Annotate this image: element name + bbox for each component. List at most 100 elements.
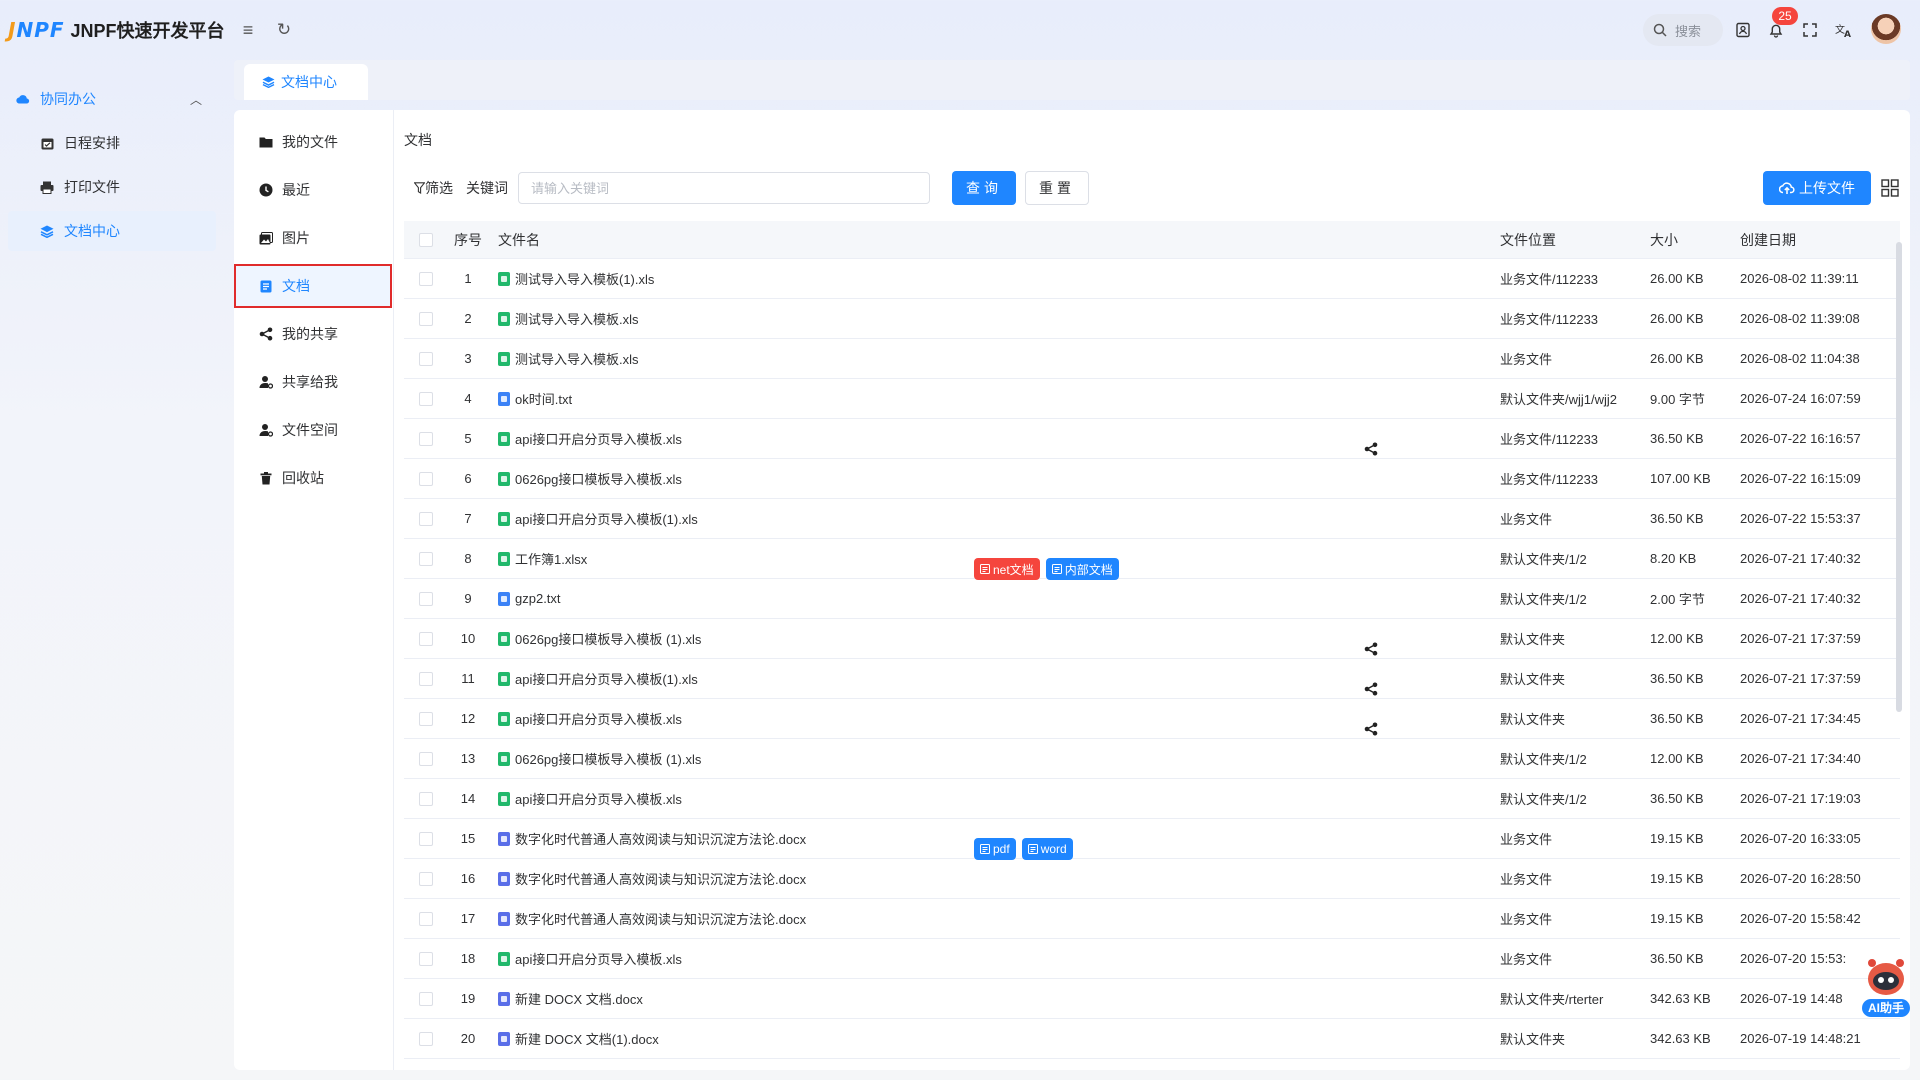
sidebar-item-doc-center[interactable]: 文档中心	[8, 211, 216, 251]
row-checkbox[interactable]	[419, 471, 433, 486]
table-row[interactable]: 1 测试导入导入模板(1).xls 业务文件/112233 26.00 KB 2026-…	[404, 259, 1900, 299]
row-checkbox[interactable]	[419, 311, 433, 326]
contacts-icon[interactable]	[1731, 18, 1755, 42]
table-row[interactable]: 10 0626pg接口模板导入模板 (1).xls 默认文件夹 12.00 KB 202…	[404, 619, 1900, 659]
row-checkbox[interactable]	[419, 591, 433, 606]
filter-toggle[interactable]: 筛选	[414, 178, 453, 198]
file-name-cell[interactable]: api接口开启分页导入模板.xls	[488, 949, 1500, 968]
file-name[interactable]: 测试导入导入模板(1).xls	[515, 269, 654, 288]
file-name-cell[interactable]: 测试导入导入模板.xls	[488, 309, 1500, 328]
file-name-cell[interactable]: 新建 DOCX 文档.docx	[488, 989, 1500, 1008]
file-name-cell[interactable]: api接口开启分页导入模板(1).xls	[488, 509, 1500, 528]
file-tag[interactable]: net文档	[974, 558, 1040, 580]
file-name-cell[interactable]: 0626pg接口模板导入模板 (1).xls	[488, 629, 1500, 656]
row-checkbox[interactable]	[419, 431, 433, 446]
row-checkbox[interactable]	[419, 911, 433, 926]
table-row[interactable]: 7 api接口开启分页导入模板(1).xls 业务文件 36.50 KB 2026-07…	[404, 499, 1900, 539]
row-checkbox[interactable]	[419, 711, 433, 726]
file-name[interactable]: 工作簿1.xlsx	[515, 549, 587, 568]
upload-button[interactable]: 上传文件	[1763, 171, 1871, 205]
fullscreen-icon[interactable]	[1798, 18, 1822, 42]
row-checkbox[interactable]	[419, 751, 433, 766]
row-checkbox[interactable]	[419, 951, 433, 966]
file-name-cell[interactable]: 0626pg接口模板导入模板.xls	[488, 469, 1500, 488]
table-row[interactable]: 13 0626pg接口模板导入模板 (1).xls 默认文件夹/1/2 12.00 K…	[404, 739, 1900, 779]
table-row[interactable]: 15 数字化时代普通人高效阅读与知识沉淀方法论.docx pdf word 业务文件 19…	[404, 819, 1900, 860]
refresh-icon[interactable]: ↻	[274, 20, 294, 40]
file-name-cell[interactable]: ok时间.txt	[488, 389, 1500, 408]
file-name[interactable]: 0626pg接口模板导入模板.xls	[515, 469, 682, 488]
table-row[interactable]: 17 数字化时代普通人高效阅读与知识沉淀方法论.docx 业务文件 19.15 KB 2…	[404, 899, 1900, 939]
file-name[interactable]: 数字化时代普通人高效阅读与知识沉淀方法论.docx	[515, 829, 806, 848]
file-name-cell[interactable]: api接口开启分页导入模板.xls	[488, 429, 1500, 456]
translate-icon[interactable]: 文A	[1832, 18, 1856, 42]
file-tag[interactable]: 内部文档	[1045, 558, 1119, 580]
file-name[interactable]: gzp2.txt	[515, 591, 561, 606]
nav-recycle-bin[interactable]: 回收站	[234, 456, 392, 500]
file-name[interactable]: 数字化时代普通人高效阅读与知识沉淀方法论.docx	[515, 869, 806, 888]
file-name[interactable]: api接口开启分页导入模板.xls	[515, 789, 682, 808]
row-checkbox[interactable]	[419, 511, 433, 526]
table-row[interactable]: 6 0626pg接口模板导入模板.xls 业务文件/112233 107.00 KB 2…	[404, 459, 1900, 499]
file-tag[interactable]: pdf	[974, 838, 1016, 860]
row-checkbox[interactable]	[419, 871, 433, 886]
row-checkbox[interactable]	[419, 671, 433, 686]
file-name[interactable]: 测试导入导入模板.xls	[515, 309, 639, 328]
file-name[interactable]: 测试导入导入模板.xls	[515, 349, 639, 368]
file-name[interactable]: 0626pg接口模板导入模板 (1).xls	[515, 749, 701, 768]
sidebar-group-collab[interactable]: 协同办公 ︿	[8, 79, 218, 119]
app-logo[interactable]: JNPF JNPF快速开发平台	[8, 16, 225, 44]
table-row[interactable]: 5 api接口开启分页导入模板.xls 业务文件/112233 36.50 KB 202…	[404, 419, 1900, 459]
table-scrollbar[interactable]	[1896, 242, 1902, 712]
menu-toggle-icon[interactable]: ≡	[238, 20, 258, 40]
file-name[interactable]: api接口开启分页导入模板.xls	[515, 949, 682, 968]
nav-my-shares[interactable]: 我的共享	[234, 312, 392, 356]
table-row[interactable]: 8 工作簿1.xlsx net文档 内部文档 默认文件夹/1/2 8.20 KB 2026-…	[404, 539, 1900, 580]
table-row[interactable]: 20 新建 DOCX 文档(1).docx 默认文件夹 342.63 KB 2026-0…	[404, 1019, 1900, 1059]
file-name-cell[interactable]: 工作簿1.xlsx net文档 内部文档	[488, 549, 1500, 580]
table-row[interactable]: 18 api接口开启分页导入模板.xls 业务文件 36.50 KB 2026-07-2…	[404, 939, 1900, 979]
file-name[interactable]: api接口开启分页导入模板(1).xls	[515, 509, 698, 528]
file-name-cell[interactable]: 数字化时代普通人高效阅读与知识沉淀方法论.docx pdf word	[488, 829, 1500, 860]
table-row[interactable]: 14 api接口开启分页导入模板.xls 默认文件夹/1/2 36.50 KB 2026…	[404, 779, 1900, 819]
table-row[interactable]: 2 测试导入导入模板.xls 业务文件/112233 26.00 KB 2026-08-…	[404, 299, 1900, 339]
row-checkbox[interactable]	[419, 631, 433, 646]
row-checkbox[interactable]	[419, 991, 433, 1006]
nav-file-space[interactable]: 文件空间	[234, 408, 392, 452]
row-checkbox[interactable]	[419, 351, 433, 366]
select-all-checkbox[interactable]	[419, 232, 433, 247]
file-name-cell[interactable]: 数字化时代普通人高效阅读与知识沉淀方法论.docx	[488, 869, 1500, 888]
keyword-input[interactable]	[518, 172, 930, 204]
file-name-cell[interactable]: api接口开启分页导入模板.xls	[488, 709, 1500, 736]
table-row[interactable]: 19 新建 DOCX 文档.docx 默认文件夹/rterter 342.63 KB 2…	[404, 979, 1900, 1019]
nav-images[interactable]: 图片	[234, 216, 392, 260]
row-checkbox[interactable]	[419, 831, 433, 846]
tab-doc-center[interactable]: 文档中心	[244, 64, 368, 100]
ai-assistant[interactable]: AI助手	[1862, 953, 1910, 1023]
table-row[interactable]: 3 测试导入导入模板.xls 业务文件 26.00 KB 2026-08-02 11:0…	[404, 339, 1900, 379]
row-checkbox[interactable]	[419, 1031, 433, 1046]
file-name[interactable]: api接口开启分页导入模板.xls	[515, 429, 682, 448]
file-name-cell[interactable]: api接口开启分页导入模板(1).xls	[488, 669, 1500, 696]
header-name[interactable]: 文件名	[488, 230, 1500, 250]
file-name[interactable]: api接口开启分页导入模板.xls	[515, 709, 682, 728]
query-button[interactable]: 查询	[952, 171, 1016, 205]
file-name[interactable]: api接口开启分页导入模板(1).xls	[515, 669, 698, 688]
file-name-cell[interactable]: 测试导入导入模板(1).xls	[488, 269, 1500, 288]
row-checkbox[interactable]	[419, 271, 433, 286]
user-avatar[interactable]	[1871, 14, 1901, 44]
file-name[interactable]: 新建 DOCX 文档.docx	[515, 989, 643, 1008]
file-name-cell[interactable]: gzp2.txt	[488, 591, 1500, 606]
sidebar-item-print[interactable]: 打印文件	[8, 167, 216, 207]
reset-button[interactable]: 重置	[1025, 171, 1089, 205]
table-row[interactable]: 12 api接口开启分页导入模板.xls 默认文件夹 36.50 KB 2026-07-…	[404, 699, 1900, 739]
nav-documents[interactable]: 文档	[234, 264, 392, 308]
file-name-cell[interactable]: 测试导入导入模板.xls	[488, 349, 1500, 368]
table-row[interactable]: 4 ok时间.txt 默认文件夹/wjj1/wjj2 9.00 字节 2026-07-2…	[404, 379, 1900, 419]
nav-recent[interactable]: 最近	[234, 168, 392, 212]
row-checkbox[interactable]	[419, 391, 433, 406]
file-name-cell[interactable]: api接口开启分页导入模板.xls	[488, 789, 1500, 808]
global-search[interactable]: 搜索	[1643, 14, 1723, 46]
nav-my-files[interactable]: 我的文件	[234, 120, 392, 164]
nav-shared-with-me[interactable]: 共享给我	[234, 360, 392, 404]
